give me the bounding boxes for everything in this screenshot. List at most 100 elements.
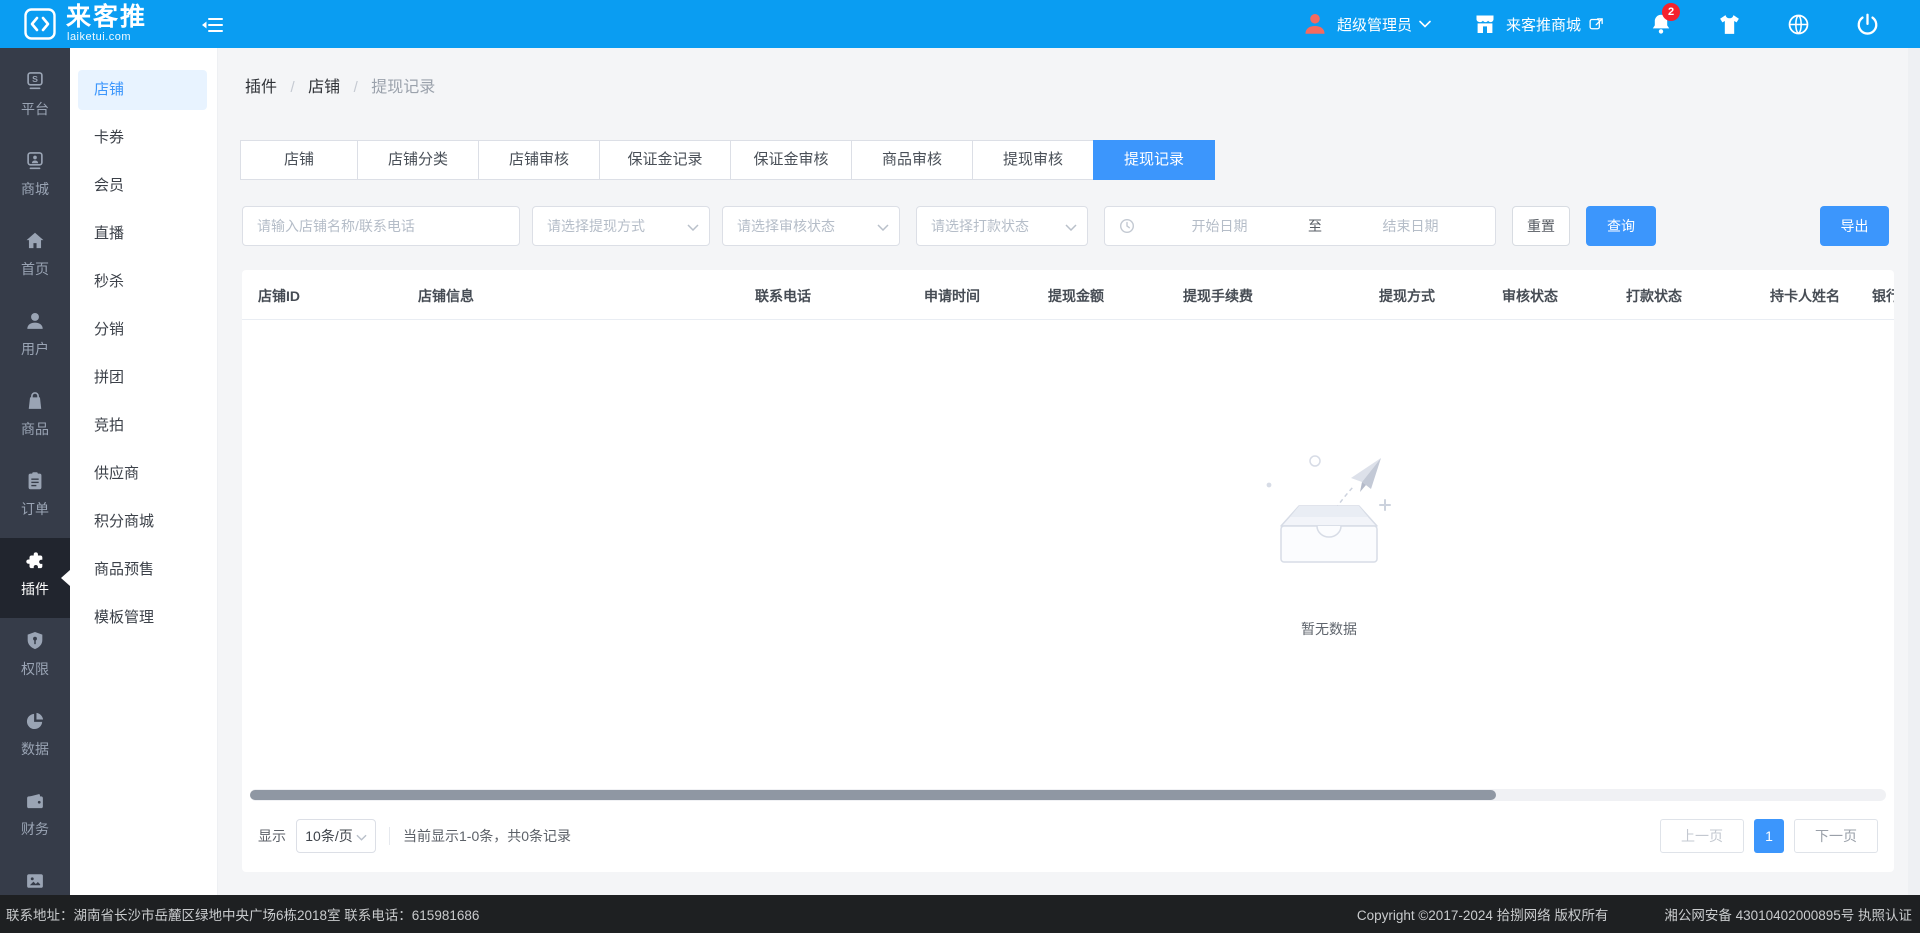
sidebar-item-goods[interactable]: 商品: [0, 378, 70, 458]
breadcrumb-plugin[interactable]: 插件: [245, 79, 277, 96]
breadcrumb-shop[interactable]: 店铺: [308, 79, 340, 96]
finance-icon: [24, 790, 46, 812]
sidebar-item-mall[interactable]: 商城: [0, 138, 70, 218]
filter-bar: 请选择提现方式 请选择审核状态 请选择打款状态 开始日期 至 结束日期 重置 查…: [242, 206, 1656, 246]
tab-shop[interactable]: 店铺: [240, 140, 358, 180]
search-button[interactable]: 查询: [1586, 206, 1656, 246]
mall-icon: [24, 150, 46, 172]
chevron-down-icon: [1065, 224, 1077, 231]
menu-item-shop[interactable]: 店铺: [78, 70, 207, 110]
logout-button[interactable]: [1855, 12, 1880, 37]
tab-withdraw-audit[interactable]: 提现审核: [972, 140, 1094, 180]
sidebar-item-user[interactable]: 用户: [0, 298, 70, 378]
col-payment-status: 打款状态: [1626, 286, 1682, 306]
empty-box-illustration: [1259, 448, 1399, 598]
empty-state: 暂无数据: [1259, 448, 1399, 639]
col-method: 提现方式: [1379, 286, 1435, 306]
breadcrumb: 插件 / 店铺 / 提现记录: [245, 73, 435, 97]
sidebar-item-auth[interactable]: 权限: [0, 618, 70, 698]
payment-status-select[interactable]: 请选择打款状态: [916, 206, 1088, 246]
order-icon: [24, 470, 46, 492]
col-cardholder: 持卡人姓名: [1770, 286, 1840, 306]
date-to-label: 至: [1304, 216, 1326, 236]
col-fee: 提现手续费: [1183, 286, 1253, 306]
sidebar-item-platform[interactable]: S 平台: [0, 58, 70, 138]
next-page-button[interactable]: 下一页: [1794, 819, 1878, 853]
sidebar-item-home[interactable]: 首页: [0, 218, 70, 298]
date-range-picker[interactable]: 开始日期 至 结束日期: [1104, 206, 1496, 246]
date-start-placeholder: 开始日期: [1135, 216, 1304, 236]
withdraw-method-select[interactable]: 请选择提现方式: [532, 206, 710, 246]
footer-copyright: Copyright ©2017-2024 拾捌网络 版权所有: [1357, 904, 1609, 924]
col-bank: 银行: [1872, 286, 1894, 306]
home-icon: [24, 230, 46, 252]
tab-goods-audit[interactable]: 商品审核: [851, 140, 973, 180]
horizontal-scrollbar-track: [250, 789, 1886, 801]
menu-item-seckill[interactable]: 秒杀: [78, 262, 207, 302]
menu-item-coupon[interactable]: 卡券: [78, 118, 207, 158]
tab-shop-category[interactable]: 店铺分类: [357, 140, 479, 180]
storefront-icon: [1473, 12, 1497, 36]
menu-item-points-mall[interactable]: 积分商城: [78, 502, 207, 542]
person-avatar-icon: [1302, 11, 1328, 37]
language-button[interactable]: [1786, 12, 1811, 37]
table-header: 店铺ID 店铺信息 联系电话 申请时间 提现金额 提现手续费 提现方式 审核状态…: [242, 270, 1894, 320]
footer-contact: 联系地址：湖南省长沙市岳麓区绿地中央广场6栋2018室 联系电话：6159816…: [0, 904, 479, 924]
top-header: 来客推 laiketui.com 超级管理员 来客推商城: [0, 0, 1920, 48]
sidebar-item-gallery[interactable]: [0, 858, 70, 895]
audit-status-select[interactable]: 请选择审核状态: [722, 206, 900, 246]
footer-police-record: 湘公网安备 43010402000895号 执照认证: [1664, 904, 1912, 924]
pagination-bar: 显示 10条/页 当前显示1-0条，共0条记录 上一页 1 下一页: [258, 816, 1878, 856]
chevron-down-icon: [687, 224, 699, 231]
plugin-icon: [24, 550, 46, 572]
menu-item-auction[interactable]: 竞拍: [78, 406, 207, 446]
brand-title: 来客推: [66, 4, 147, 30]
mall-name: 来客推商城: [1506, 14, 1581, 35]
svg-text:S: S: [32, 74, 38, 84]
menu-item-member[interactable]: 会员: [78, 166, 207, 206]
secondary-sidebar: 店铺 卡券 会员 直播 秒杀 分销 拼团 竞拍 供应商 积分商城 商品预售 模板…: [70, 48, 218, 895]
notifications-button[interactable]: 2: [1649, 12, 1673, 36]
page-size-select[interactable]: 10条/页: [296, 819, 376, 853]
menu-item-live[interactable]: 直播: [78, 214, 207, 254]
breadcrumb-current: 提现记录: [371, 79, 435, 96]
chevron-down-icon: [1419, 20, 1431, 28]
external-link-icon: [1588, 16, 1605, 33]
menu-item-groupbuy[interactable]: 拼团: [78, 358, 207, 398]
menu-item-template[interactable]: 模板管理: [78, 598, 207, 638]
page-number-1[interactable]: 1: [1754, 819, 1784, 853]
menu-item-presale[interactable]: 商品预售: [78, 550, 207, 590]
power-icon: [1855, 12, 1880, 37]
tab-deposit-audit[interactable]: 保证金审核: [730, 140, 852, 180]
export-button[interactable]: 导出: [1820, 206, 1889, 246]
user-menu[interactable]: 超级管理员: [1302, 11, 1431, 37]
brackets-logo-icon: [24, 8, 56, 40]
horizontal-scrollbar-thumb[interactable]: [250, 790, 1496, 800]
prev-page-button[interactable]: 上一页: [1660, 819, 1744, 853]
sidebar-item-data[interactable]: 数据: [0, 698, 70, 778]
sidebar-item-order[interactable]: 订单: [0, 458, 70, 538]
vertical-scrollbar-track[interactable]: [1908, 48, 1920, 895]
menu-fold-icon[interactable]: [200, 13, 224, 37]
shop-search-input[interactable]: [242, 206, 520, 246]
page-footer: 联系地址：湖南省长沙市岳麓区绿地中央广场6栋2018室 联系电话：6159816…: [0, 895, 1920, 933]
globe-icon: [1786, 12, 1811, 37]
col-shop-id: 店铺ID: [258, 286, 300, 306]
sidebar-item-finance[interactable]: 财务: [0, 778, 70, 858]
col-phone: 联系电话: [755, 286, 811, 306]
user-name: 超级管理员: [1337, 14, 1412, 35]
menu-item-distribution[interactable]: 分销: [78, 310, 207, 350]
pagination-summary: 当前显示1-0条，共0条记录: [403, 826, 571, 846]
tab-deposit-record[interactable]: 保证金记录: [599, 140, 731, 180]
tab-shop-audit[interactable]: 店铺审核: [478, 140, 600, 180]
col-apply-time: 申请时间: [924, 286, 980, 306]
user-icon: [24, 310, 46, 332]
theme-button[interactable]: [1717, 12, 1742, 37]
menu-item-supplier[interactable]: 供应商: [78, 454, 207, 494]
tab-withdraw-record[interactable]: 提现记录: [1093, 140, 1215, 180]
reset-button[interactable]: 重置: [1512, 206, 1570, 246]
sidebar-item-plugin[interactable]: 插件: [0, 538, 70, 618]
brand-subtitle: laiketui.com: [67, 31, 131, 43]
chevron-down-icon: [356, 834, 367, 841]
mall-link[interactable]: 来客推商城: [1473, 12, 1605, 36]
